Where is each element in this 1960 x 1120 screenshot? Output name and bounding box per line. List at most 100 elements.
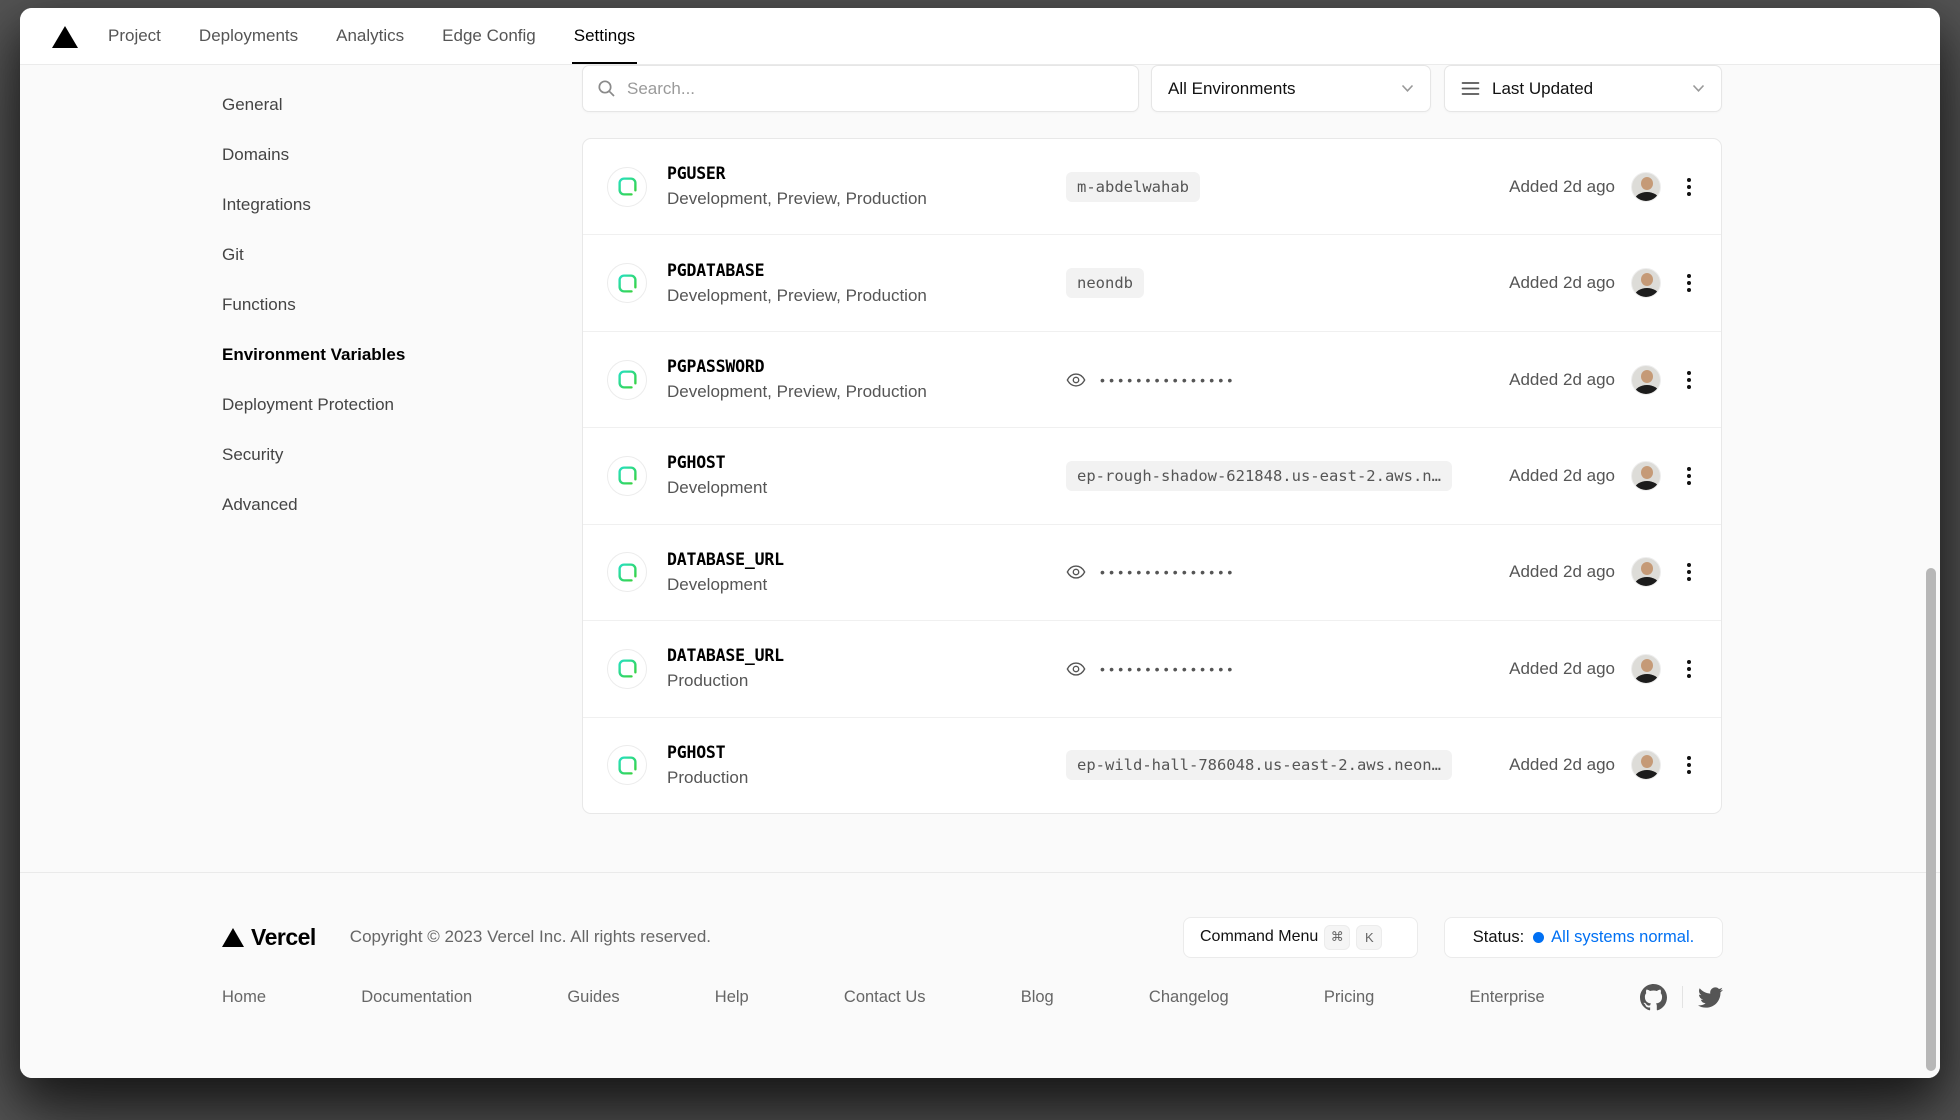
footer-link-changelog[interactable]: Changelog <box>1149 988 1229 1007</box>
added-timestamp: Added 2d ago <box>1509 659 1615 679</box>
reveal-value-eye-icon[interactable] <box>1066 372 1086 388</box>
env-var-environments: Development, Preview, Production <box>667 189 1066 209</box>
neon-integration-icon <box>607 456 647 496</box>
command-menu-button[interactable]: Command Menu ⌘ K <box>1183 917 1418 958</box>
nav-tab-label: Analytics <box>336 26 404 46</box>
sidebar-item-advanced[interactable]: Advanced <box>222 480 522 530</box>
footer-links: Home Documentation Guides Help Contact U… <box>222 977 1723 1017</box>
neon-integration-icon <box>607 552 647 592</box>
social-divider <box>1682 986 1683 1008</box>
kebab-menu-button[interactable] <box>1683 656 1695 682</box>
search-box[interactable] <box>582 65 1139 112</box>
status-dot-icon <box>1533 932 1544 943</box>
status-value-link[interactable]: All systems normal. <box>1551 928 1694 947</box>
sidebar-item-domains[interactable]: Domains <box>222 130 522 180</box>
nav-tab-project[interactable]: Project <box>108 8 161 64</box>
env-var-name: DATABASE_URL <box>667 646 1066 665</box>
twitter-icon[interactable] <box>1698 985 1723 1010</box>
env-var-row: PGHOST Production ep-wild-hall-786048.us… <box>583 717 1721 813</box>
vercel-footer-logo[interactable]: Vercel <box>222 924 316 951</box>
env-var-meta: Added 2d ago <box>1509 461 1721 491</box>
main-content: General Domains Integrations Git Functio… <box>20 65 1940 872</box>
env-var-name: PGUSER <box>667 164 1066 183</box>
sidebar-item-label: Deployment Protection <box>222 395 394 415</box>
reveal-value-eye-icon[interactable] <box>1066 661 1086 677</box>
settings-sidebar: General Domains Integrations Git Functio… <box>222 80 522 530</box>
copyright-text: Copyright © 2023 Vercel Inc. All rights … <box>350 927 711 947</box>
avatar <box>1631 461 1661 491</box>
kebab-menu-button[interactable] <box>1683 367 1695 393</box>
footer-link-help[interactable]: Help <box>715 988 749 1007</box>
env-var-environments: Development, Preview, Production <box>667 286 1066 306</box>
hidden-value-dots: ••••••••••••••• <box>1100 661 1237 677</box>
footer-link-home[interactable]: Home <box>222 988 266 1007</box>
env-var-name: PGPASSWORD <box>667 357 1066 376</box>
sidebar-item-label: Security <box>222 445 283 465</box>
neon-integration-icon <box>607 263 647 303</box>
sidebar-item-environment-variables[interactable]: Environment Variables <box>222 330 522 380</box>
kebab-menu-button[interactable] <box>1683 270 1695 296</box>
chevron-down-icon <box>1692 84 1705 93</box>
chevron-down-icon <box>1401 84 1414 93</box>
nav-tabs: Project Deployments Analytics Edge Confi… <box>108 8 635 64</box>
env-var-value: neondb <box>1066 268 1144 298</box>
nav-tab-analytics[interactable]: Analytics <box>336 8 404 64</box>
env-var-row: PGDATABASE Development, Preview, Product… <box>583 234 1721 330</box>
sort-dropdown[interactable]: Last Updated <box>1444 65 1722 112</box>
scrollbar-thumb[interactable] <box>1926 568 1936 1071</box>
neon-integration-icon <box>607 649 647 689</box>
env-var-info: DATABASE_URL Development <box>667 550 1066 595</box>
nav-tab-settings[interactable]: Settings <box>574 8 635 64</box>
footer-link-blog[interactable]: Blog <box>1021 988 1054 1007</box>
neon-integration-icon <box>607 167 647 207</box>
sidebar-item-label: General <box>222 95 282 115</box>
footer-link-contact-us[interactable]: Contact Us <box>844 988 926 1007</box>
k-keycap: K <box>1356 925 1382 950</box>
env-var-name: PGDATABASE <box>667 261 1066 280</box>
env-var-environments: Development <box>667 478 1066 498</box>
env-var-environments: Development, Preview, Production <box>667 382 1066 402</box>
env-var-environments: Production <box>667 768 1066 788</box>
kebab-menu-button[interactable] <box>1683 752 1695 778</box>
github-icon[interactable] <box>1640 984 1667 1011</box>
sort-label: Last Updated <box>1492 79 1593 99</box>
env-var-environments: Development <box>667 575 1066 595</box>
env-var-info: PGUSER Development, Preview, Production <box>667 164 1066 209</box>
reveal-value-eye-icon[interactable] <box>1066 564 1086 580</box>
footer-link-enterprise[interactable]: Enterprise <box>1470 988 1545 1007</box>
kebab-menu-button[interactable] <box>1683 463 1695 489</box>
env-var-row: PGHOST Development ep-rough-shadow-62184… <box>583 427 1721 523</box>
footer-link-documentation[interactable]: Documentation <box>361 988 472 1007</box>
env-var-row: DATABASE_URL Development •••••••••••••••… <box>583 524 1721 620</box>
env-var-info: DATABASE_URL Production <box>667 646 1066 691</box>
avatar <box>1631 750 1661 780</box>
sidebar-item-deployment-protection[interactable]: Deployment Protection <box>222 380 522 430</box>
environment-filter-dropdown[interactable]: All Environments <box>1151 65 1431 112</box>
hidden-value-dots: ••••••••••••••• <box>1100 372 1237 388</box>
footer-link-pricing[interactable]: Pricing <box>1324 988 1374 1007</box>
status-widget[interactable]: Status: All systems normal. <box>1444 917 1723 958</box>
hidden-value-dots: ••••••••••••••• <box>1100 564 1237 580</box>
added-timestamp: Added 2d ago <box>1509 370 1615 390</box>
toolbar: All Environments Last Updated <box>582 65 1722 112</box>
nav-tab-deployments[interactable]: Deployments <box>199 8 298 64</box>
sidebar-item-integrations[interactable]: Integrations <box>222 180 522 230</box>
env-var-value-cell: ••••••••••••••• <box>1066 661 1509 677</box>
sidebar-item-security[interactable]: Security <box>222 430 522 480</box>
env-var-value: m-abdelwahab <box>1066 172 1200 202</box>
sidebar-item-label: Integrations <box>222 195 311 215</box>
kebab-menu-button[interactable] <box>1683 174 1695 200</box>
environment-filter-label: All Environments <box>1168 79 1296 99</box>
search-input[interactable] <box>627 79 1124 99</box>
brand-name: Vercel <box>251 924 316 951</box>
sidebar-item-general[interactable]: General <box>222 80 522 130</box>
nav-tab-edge-config[interactable]: Edge Config <box>442 8 536 64</box>
sidebar-item-functions[interactable]: Functions <box>222 280 522 330</box>
vercel-logo-icon[interactable] <box>52 8 78 64</box>
env-var-info: PGHOST Development <box>667 453 1066 498</box>
sidebar-item-git[interactable]: Git <box>222 230 522 280</box>
app-window: Project Deployments Analytics Edge Confi… <box>20 8 1940 1078</box>
env-var-value: ep-wild-hall-786048.us-east-2.aws.neon… <box>1066 750 1452 780</box>
footer-link-guides[interactable]: Guides <box>567 988 619 1007</box>
kebab-menu-button[interactable] <box>1683 559 1695 585</box>
